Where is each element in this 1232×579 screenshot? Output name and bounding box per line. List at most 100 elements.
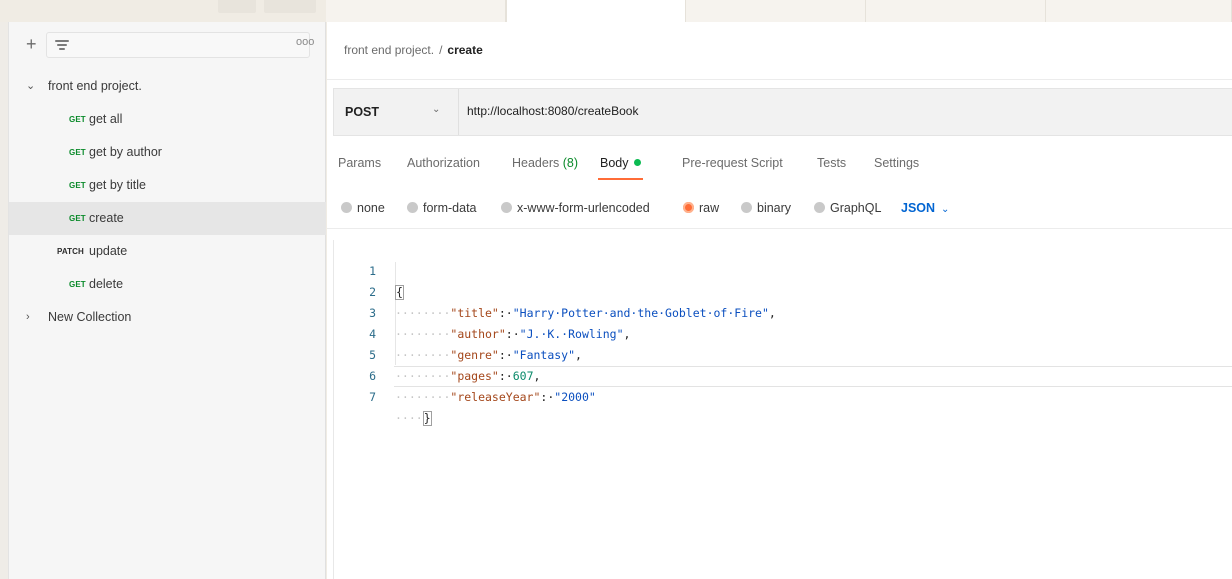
request-name: get by author [89, 145, 162, 159]
code-content: ········"pages":·607, [395, 366, 540, 387]
open-tab[interactable] [1046, 0, 1232, 22]
breadcrumb: front end project. / create [344, 43, 483, 57]
tab-body[interactable]: Body [600, 156, 641, 170]
code-content: { [395, 282, 404, 303]
body-type-none[interactable]: none [341, 198, 385, 218]
code-content: ····} [395, 408, 432, 429]
body-type-raw[interactable]: raw [683, 198, 719, 218]
code-line: 5 ········"pages":·607, [333, 324, 540, 383]
breadcrumb-separator: / [439, 43, 443, 57]
json-colon: :· [498, 348, 513, 362]
tab-settings[interactable]: Settings [874, 156, 919, 170]
more-options-button[interactable]: ooo [296, 36, 314, 48]
code-line: 7 ····} [333, 366, 432, 426]
json-value: "J.·K.·Rowling" [519, 327, 624, 341]
whitespace: ········ [395, 348, 451, 362]
request-item-get-by-title[interactable]: GET get by title [9, 169, 326, 202]
tab-headers-label: Headers [512, 156, 560, 170]
tab-body-label: Body [600, 156, 629, 170]
open-tab-active[interactable] [506, 0, 686, 22]
open-tabs-bar [326, 0, 1232, 22]
json-colon: :· [498, 369, 513, 383]
radio-selected-icon [683, 202, 694, 213]
format-dropdown[interactable]: JSON ⌄ [901, 198, 949, 218]
active-tab-underline [598, 178, 643, 180]
body-indicator-dot [633, 159, 641, 166]
body-type-form-data[interactable]: form-data [407, 198, 477, 218]
body-type-label: binary [757, 201, 792, 215]
code-line: 3 ········"author":·"J.·K.·Rowling", [333, 282, 630, 341]
open-tab[interactable] [866, 0, 1046, 22]
code-line: 6 ········"releaseYear":·"2000" [333, 345, 596, 404]
code-editor[interactable]: 1 { 2 ········"title":·"Harry·Potter·and… [333, 240, 1232, 579]
request-name: create [89, 211, 124, 225]
sidebar-toolbar: + ooo [22, 32, 322, 58]
request-method: PATCH [57, 247, 84, 256]
top-strip [0, 0, 1232, 22]
radio-icon [741, 202, 752, 213]
whitespace: ········ [395, 369, 451, 383]
json-key: "title" [450, 306, 499, 320]
chevron-down-icon: ⌄ [26, 80, 36, 92]
line-number: 7 [369, 390, 376, 404]
tab-tests[interactable]: Tests [817, 156, 846, 170]
collections-sidebar: + ooo ⌄ front end project. GET get all G… [0, 22, 326, 579]
request-item-update[interactable]: PATCH update [9, 235, 326, 268]
open-tab[interactable] [326, 0, 506, 22]
request-item-delete[interactable]: GET delete [9, 268, 326, 301]
divider [327, 79, 1232, 80]
request-name: update [89, 244, 128, 258]
tab-authorization[interactable]: Authorization [407, 156, 480, 170]
request-method: GET [69, 148, 86, 157]
breadcrumb-parent[interactable]: front end project. [344, 43, 434, 57]
body-type-graphql[interactable]: GraphQL [814, 198, 881, 218]
body-type-binary[interactable]: binary [741, 198, 791, 218]
json-colon: :· [505, 327, 520, 341]
json-key: "pages" [450, 369, 499, 383]
body-type-label: x-www-form-urlencoded [517, 201, 650, 215]
code-content: ········"author":·"J.·K.·Rowling", [395, 324, 630, 345]
code-line: 2 ········"title":·"Harry·Potter·and·the… [333, 261, 776, 320]
request-name: get all [89, 112, 123, 126]
window-control-ghost [218, 0, 256, 13]
headers-count: (8) [562, 156, 579, 170]
json-key: "author" [450, 327, 506, 341]
request-item-create[interactable]: GET create [9, 202, 326, 235]
json-value: "Fantasy" [512, 348, 576, 362]
request-item-get-all[interactable]: GET get all [9, 103, 326, 136]
request-method: GET [69, 214, 86, 223]
request-item-get-by-author[interactable]: GET get by author [9, 136, 326, 169]
tab-headers[interactable]: Headers (8) [512, 156, 578, 170]
body-type-label: form-data [423, 201, 477, 215]
json-comma: , [575, 348, 582, 362]
radio-icon [501, 202, 512, 213]
brace: } [422, 411, 432, 426]
radio-icon [341, 202, 352, 213]
window-control-ghost [264, 0, 316, 13]
whitespace: ···· [395, 411, 423, 425]
method-value: POST [345, 105, 380, 119]
url-input[interactable] [467, 104, 1167, 118]
divider [327, 228, 1232, 229]
tab-pre-request-script[interactable]: Pre-request Script [682, 156, 783, 170]
method-select[interactable]: POST ⌄ [334, 89, 459, 135]
collection-front-end-project[interactable]: ⌄ front end project. [9, 70, 326, 103]
request-panel: front end project./create POST ⌄ Params … [327, 22, 1232, 579]
json-value: "2000" [554, 390, 596, 404]
collection-new-collection[interactable]: › New Collection [9, 301, 326, 334]
json-value: "Harry·Potter·and·the·Goblet·of·Fire" [512, 306, 769, 320]
radio-icon [407, 202, 418, 213]
chevron-down-icon: ⌄ [941, 204, 950, 215]
filter-icon [55, 38, 69, 52]
filter-input[interactable] [46, 32, 310, 58]
request-method: GET [69, 280, 86, 289]
body-type-x-www-form-urlencoded[interactable]: x-www-form-urlencoded [501, 198, 650, 218]
breadcrumb-current[interactable]: create [447, 43, 482, 57]
code-line: 1 { [333, 240, 404, 300]
open-tab[interactable] [686, 0, 866, 22]
add-collection-button[interactable]: + [26, 34, 42, 54]
sidebar-edge [0, 22, 9, 579]
json-value: 607 [512, 369, 534, 383]
whitespace: ········ [395, 327, 451, 341]
tab-params[interactable]: Params [338, 156, 381, 170]
